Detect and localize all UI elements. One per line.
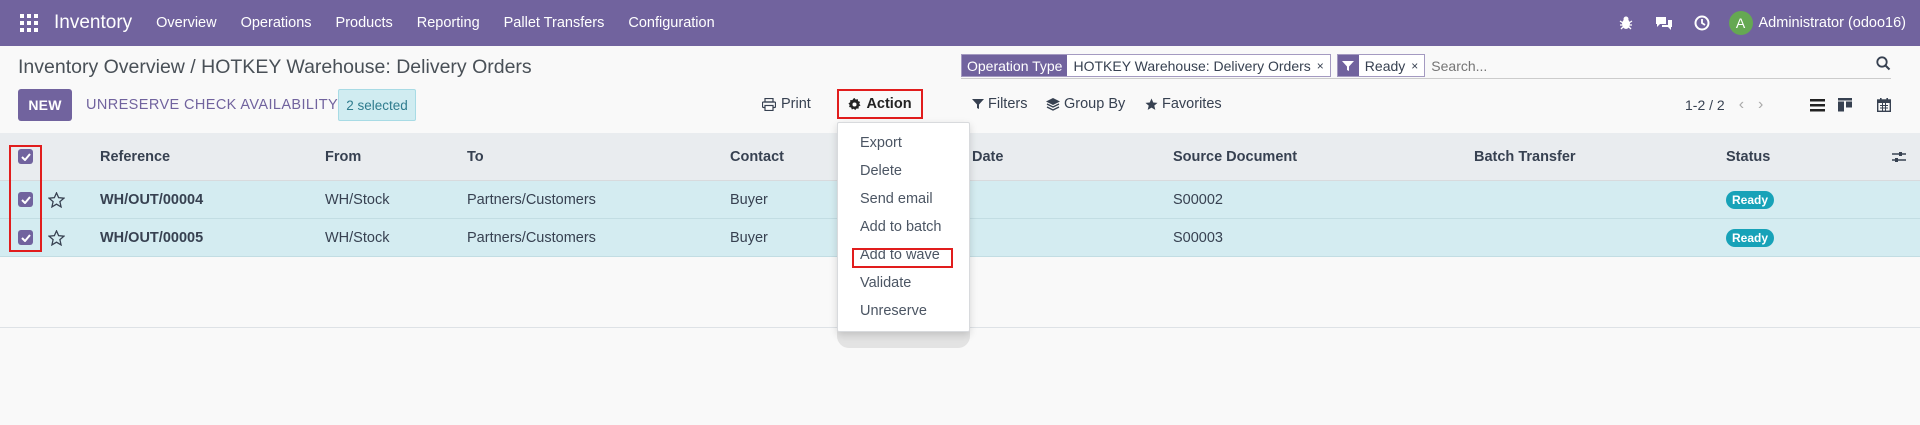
- menu-item-unreserve[interactable]: Unreserve: [860, 303, 927, 319]
- pager: 1-2 / 2 ‹ ›: [1685, 96, 1763, 114]
- menu-item-export[interactable]: Export: [860, 135, 902, 151]
- list-view-icon[interactable]: [1808, 96, 1826, 114]
- new-button[interactable]: NEW: [18, 89, 72, 121]
- facet-value: HOTKEY Warehouse: Delivery Orders ×: [1067, 55, 1330, 76]
- cell-status: Ready: [1726, 181, 1775, 218]
- kanban-view-icon[interactable]: [1836, 96, 1854, 114]
- selected-count-badge[interactable]: 2 selected: [338, 89, 416, 121]
- facet-value-text: Ready: [1364, 57, 1406, 74]
- column-source-document[interactable]: Source Document: [1173, 133, 1297, 180]
- column-status[interactable]: Status: [1726, 133, 1770, 180]
- group-by-label: Group By: [1064, 96, 1126, 112]
- facet-operation-type: Operation Type HOTKEY Warehouse: Deliver…: [961, 54, 1331, 77]
- check-availability-button[interactable]: CHECK AVAILABILITY: [180, 89, 342, 121]
- cell-reference: WH/OUT/00005: [100, 229, 204, 246]
- menu-item-validate[interactable]: Validate: [860, 275, 911, 291]
- layers-icon: [1046, 97, 1060, 111]
- messages-icon[interactable]: [1645, 0, 1683, 46]
- search-icon[interactable]: [1876, 56, 1891, 74]
- pager-next-icon[interactable]: ›: [1758, 96, 1763, 114]
- breadcrumb[interactable]: Inventory Overview / HOTKEY Warehouse: D…: [18, 56, 532, 79]
- cell-source-document: S00003: [1173, 229, 1223, 246]
- optional-columns-icon[interactable]: [1892, 133, 1906, 180]
- menu-overview[interactable]: Overview: [144, 0, 228, 46]
- column-batch-transfer[interactable]: Batch Transfer: [1474, 133, 1576, 180]
- filter-icon: [972, 99, 984, 109]
- column-from[interactable]: From: [325, 133, 361, 180]
- print-button[interactable]: Print: [762, 96, 811, 112]
- cell-reference: WH/OUT/00004: [100, 191, 204, 208]
- search-bar: Operation Type HOTKEY Warehouse: Deliver…: [961, 53, 1891, 79]
- calendar-view-icon[interactable]: [1875, 96, 1893, 114]
- favorite-star-icon[interactable]: [48, 181, 65, 218]
- debug-bug-icon[interactable]: [1607, 0, 1645, 46]
- action-dropdown-menu: Export Delete Send email Add to batch Ad…: [837, 122, 970, 332]
- menu-item-add-to-batch[interactable]: Add to batch: [860, 219, 941, 235]
- column-to[interactable]: To: [467, 133, 484, 180]
- activity-clock-icon[interactable]: [1683, 0, 1721, 46]
- cell-contact: Buyer: [730, 191, 768, 208]
- gear-icon: [848, 97, 861, 110]
- apps-menu-icon[interactable]: [20, 14, 38, 32]
- menu-configuration[interactable]: Configuration: [616, 0, 726, 46]
- menu-operations[interactable]: Operations: [229, 0, 324, 46]
- facet-value: Ready ×: [1358, 55, 1425, 76]
- search-input[interactable]: [1431, 57, 1852, 74]
- facet-remove-icon[interactable]: ×: [1411, 59, 1418, 73]
- menu-pallet-transfers[interactable]: Pallet Transfers: [492, 0, 617, 46]
- cell-status: Ready: [1726, 219, 1775, 256]
- column-date[interactable]: Date: [972, 133, 1003, 180]
- favorites-button[interactable]: Favorites: [1145, 96, 1222, 112]
- print-label: Print: [781, 96, 811, 112]
- filter-funnel-icon: [1337, 55, 1359, 76]
- star-icon: [1145, 97, 1158, 110]
- facet-label: Operation Type: [962, 55, 1068, 76]
- facet-ready: Ready ×: [1336, 54, 1426, 77]
- menu-products[interactable]: Products: [324, 0, 405, 46]
- cell-to: Partners/Customers: [467, 229, 596, 246]
- menu-item-send-email[interactable]: Send email: [860, 191, 933, 207]
- action-button[interactable]: Action: [837, 89, 923, 119]
- menu-item-delete[interactable]: Delete: [860, 163, 902, 179]
- filters-label: Filters: [988, 96, 1028, 112]
- top-navbar: Inventory Overview Operations Products R…: [0, 0, 1920, 46]
- cell-source-document: S00002: [1173, 191, 1223, 208]
- menu-reporting[interactable]: Reporting: [405, 0, 492, 46]
- favorite-star-icon[interactable]: [48, 219, 65, 256]
- column-contact[interactable]: Contact: [730, 133, 784, 180]
- pager-value[interactable]: 1-2 / 2: [1685, 97, 1725, 113]
- filters-button[interactable]: Filters: [972, 96, 1027, 112]
- facet-value-text: HOTKEY Warehouse: Delivery Orders: [1073, 57, 1311, 74]
- pager-previous-icon[interactable]: ‹: [1739, 96, 1744, 114]
- user-avatar[interactable]: A: [1728, 11, 1753, 35]
- group-by-button[interactable]: Group By: [1046, 96, 1125, 112]
- cell-to: Partners/Customers: [467, 191, 596, 208]
- user-menu[interactable]: Administrator (odoo16): [1759, 15, 1907, 31]
- print-icon: [762, 97, 776, 111]
- status-badge: Ready: [1726, 190, 1775, 209]
- cell-contact: Buyer: [730, 229, 768, 246]
- facet-remove-icon[interactable]: ×: [1317, 59, 1324, 73]
- column-reference[interactable]: Reference: [100, 133, 170, 180]
- navbar-systray: A Administrator (odoo16): [1607, 0, 1907, 46]
- cell-from: WH/Stock: [325, 191, 390, 208]
- favorites-label: Favorites: [1162, 96, 1222, 112]
- cell-from: WH/Stock: [325, 229, 390, 246]
- action-label: Action: [866, 96, 912, 112]
- app-brand[interactable]: Inventory: [54, 12, 132, 34]
- status-badge: Ready: [1726, 228, 1775, 247]
- unreserve-button[interactable]: UNRESERVE: [82, 89, 184, 121]
- selection-highlight-box: [9, 145, 42, 252]
- add-to-wave-highlight-box: [852, 248, 953, 268]
